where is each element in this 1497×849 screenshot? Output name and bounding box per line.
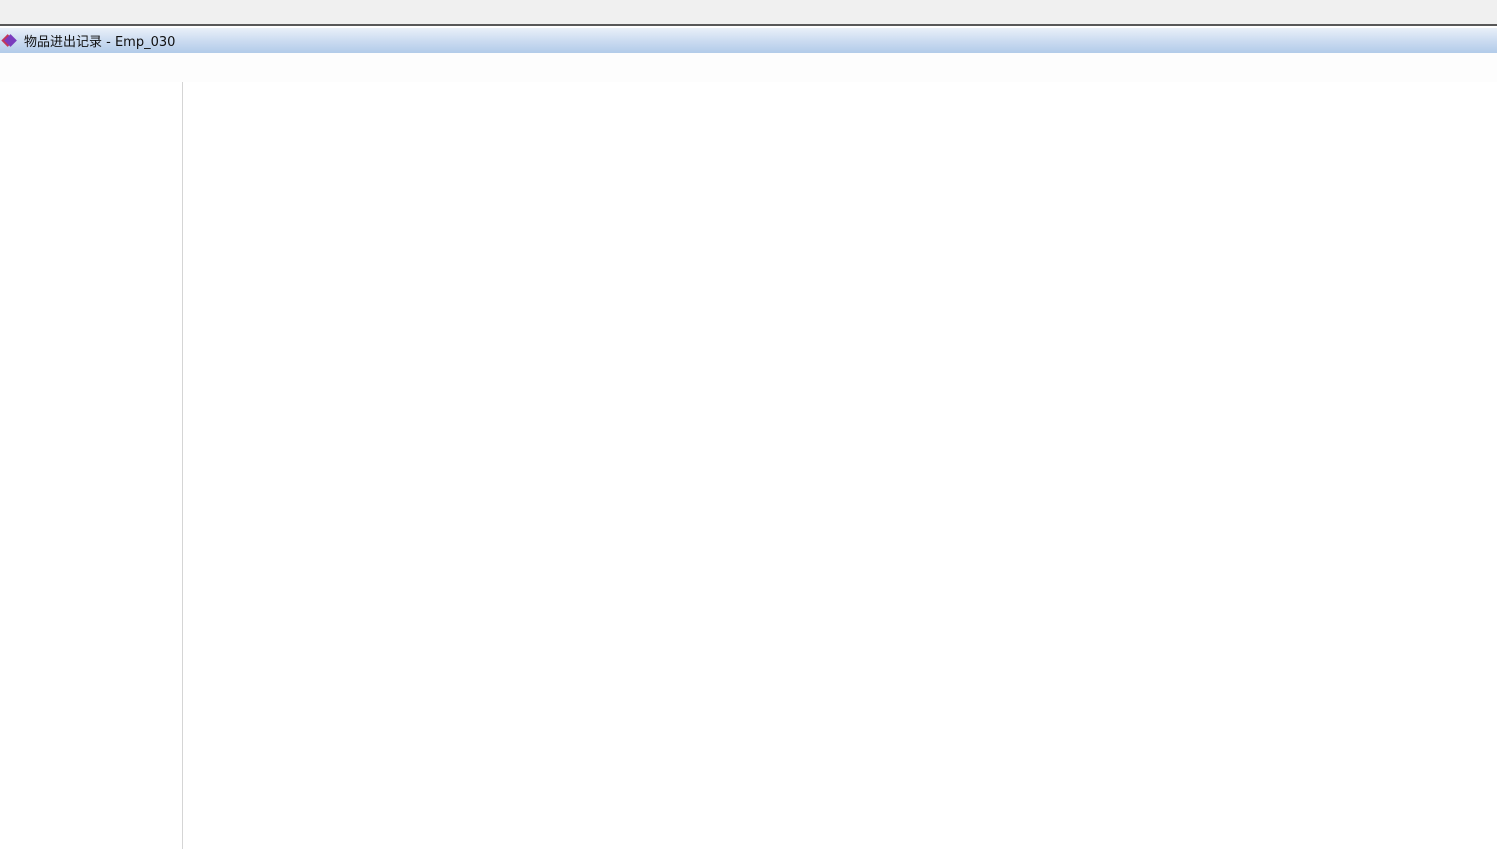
menu-bar (0, 0, 1497, 26)
sidebar-tree (0, 82, 183, 849)
window-title-bar: 物品进出记录 - Emp_030 (0, 28, 1497, 53)
toolbar (0, 53, 1497, 82)
records-table-wrap (183, 143, 1497, 849)
main-pane (183, 82, 1497, 849)
window-title: 物品进出记录 - Emp_030 (24, 31, 175, 50)
filter-row-1 (183, 86, 1497, 112)
app-icon (4, 34, 17, 47)
filter-row-2 (183, 112, 1497, 138)
